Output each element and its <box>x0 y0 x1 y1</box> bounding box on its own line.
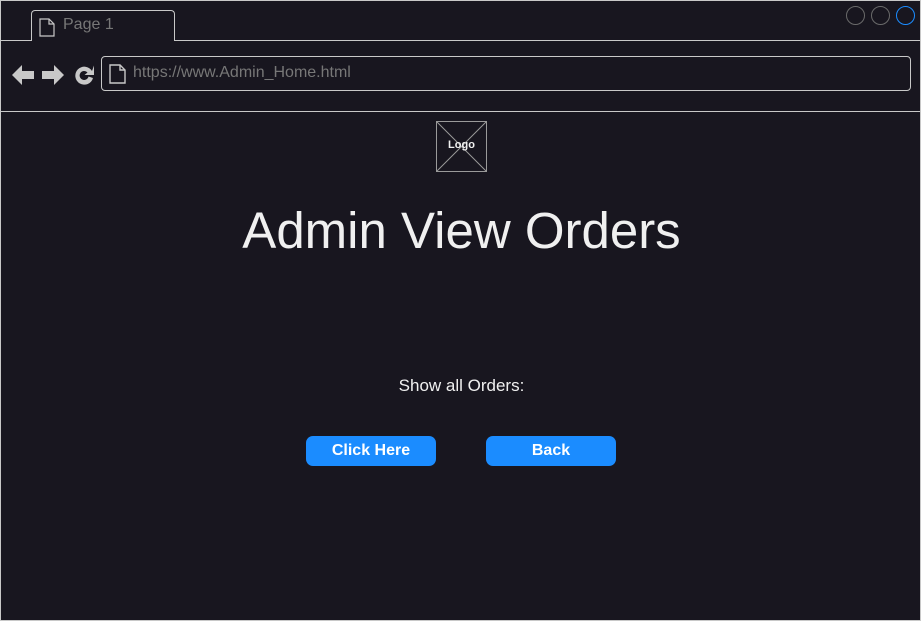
reload-icon[interactable] <box>72 63 96 87</box>
toolbar-divider <box>1 111 920 112</box>
minimize-circle-icon[interactable] <box>846 6 865 25</box>
tab-strip-divider-right <box>175 40 920 41</box>
maximize-circle-icon[interactable] <box>871 6 890 25</box>
show-orders-label: Show all Orders: <box>398 376 525 395</box>
back-arrow-icon[interactable] <box>11 63 35 87</box>
browser-window: Page 1 https://www.Admin_Home.html Logo … <box>0 0 921 621</box>
logo-label: Logo <box>448 139 475 151</box>
browser-tab[interactable]: Page 1 <box>31 10 175 41</box>
close-circle-icon[interactable] <box>896 6 915 25</box>
page-icon <box>39 18 55 37</box>
forward-arrow-icon[interactable] <box>41 63 65 87</box>
logo-placeholder: Logo <box>436 121 487 172</box>
back-button[interactable]: Back <box>486 436 616 466</box>
url-text: https://www.Admin_Home.html <box>133 64 351 81</box>
tab-strip-divider-left <box>1 40 31 41</box>
tab-label: Page 1 <box>63 16 114 33</box>
address-bar[interactable]: https://www.Admin_Home.html <box>101 56 911 91</box>
click-here-button[interactable]: Click Here <box>306 436 436 466</box>
page-icon <box>109 64 126 84</box>
page-title: Admin View Orders <box>242 202 681 259</box>
